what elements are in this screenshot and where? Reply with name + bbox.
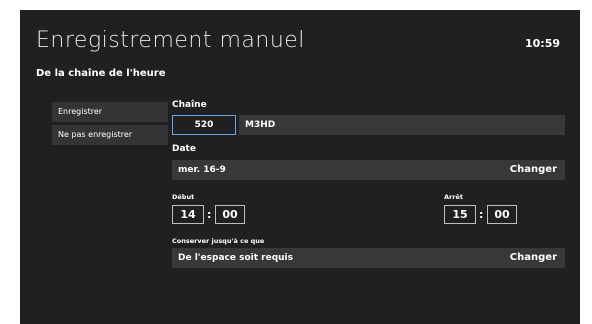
page-title: Enregistrement manuel [36, 28, 305, 53]
date-label: Date [172, 144, 196, 154]
date-change-button[interactable]: Changer [510, 160, 557, 180]
channel-name: M3HD [245, 120, 276, 130]
channel-number-field[interactable]: 520 [172, 115, 236, 135]
tv-screen: Enregistrement manuel 10:59 De la chaîne… [20, 10, 580, 324]
channel-name-field[interactable]: M3HD [239, 115, 565, 135]
end-minute-field[interactable]: 00 [487, 205, 517, 224]
clock: 10:59 [524, 37, 560, 50]
start-minute-field[interactable]: 00 [215, 205, 245, 224]
start-label: Début [172, 193, 195, 201]
sidebar-item-record[interactable]: Enregistrer [52, 102, 168, 122]
keep-until-change-button[interactable]: Changer [510, 248, 557, 268]
date-value: mer. 16-9 [178, 165, 226, 175]
start-separator: : [207, 208, 212, 221]
end-hour-field[interactable]: 15 [444, 205, 476, 224]
sidebar-item-label: Enregistrer [58, 107, 103, 116]
date-row[interactable]: mer. 16-9 Changer [172, 160, 565, 180]
channel-label: Chaîne [172, 100, 207, 110]
sidebar-item-label: Ne pas enregistrer [58, 130, 133, 139]
end-label: Arrêt [444, 193, 463, 201]
keep-until-label: Conserver jusqu'à ce que [172, 237, 265, 245]
end-separator: : [479, 208, 484, 221]
page-subtitle: De la chaîne de l'heure [36, 68, 166, 79]
sidebar-item-do-not-record[interactable]: Ne pas enregistrer [52, 125, 168, 145]
keep-until-value: De l'espace soit requis [178, 253, 293, 263]
start-hour-field[interactable]: 14 [172, 205, 204, 224]
keep-until-row[interactable]: De l'espace soit requis Changer [172, 248, 565, 268]
